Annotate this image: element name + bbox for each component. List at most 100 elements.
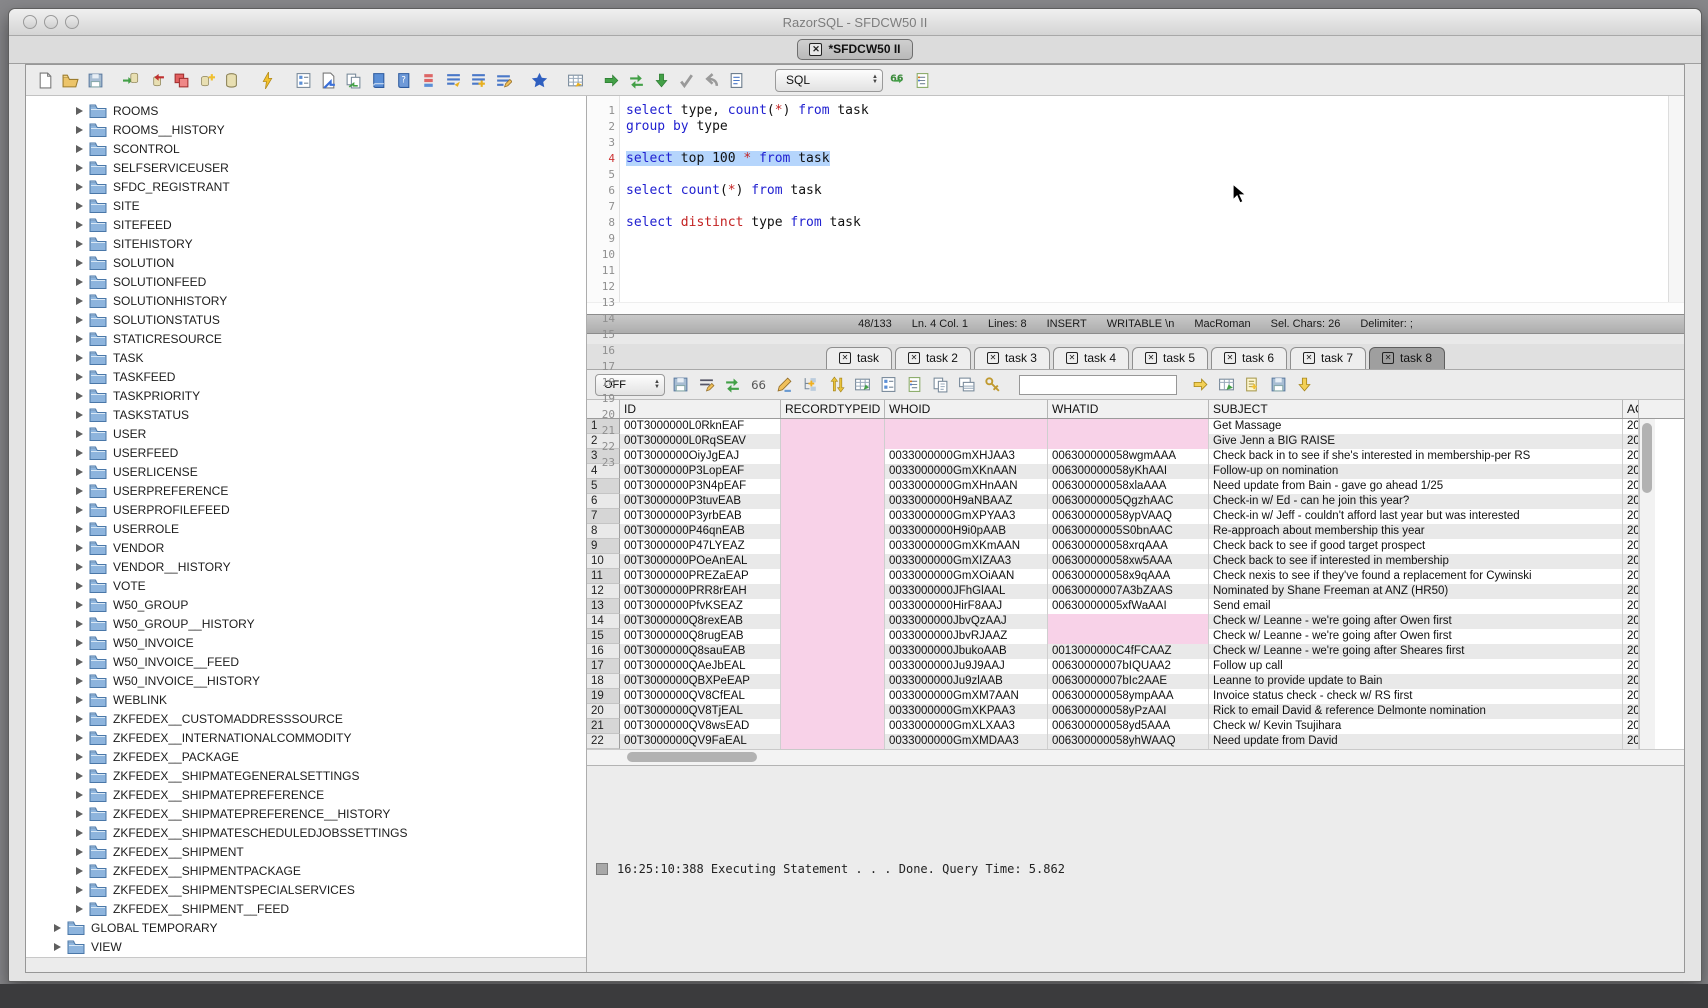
- arrow-right-yellow-icon[interactable]: [1189, 374, 1211, 396]
- save-icon[interactable]: [84, 69, 106, 91]
- open-folder-icon[interactable]: [59, 69, 81, 91]
- tree-item-sitefeed[interactable]: SITEFEED: [26, 215, 586, 234]
- cell-subject[interactable]: Check back to see if good target prospec…: [1209, 539, 1623, 554]
- cell-whoid[interactable]: 0033000000GmXKmAAN: [885, 539, 1048, 554]
- disclosure-triangle-icon[interactable]: [76, 430, 83, 438]
- cell-whoid[interactable]: 0033000000GmXLXAA3: [885, 719, 1048, 734]
- table-row[interactable]: 300T3000000OiyJgEAJ0033000000GmXHJAA3006…: [587, 449, 1639, 464]
- cell-subject[interactable]: Get Massage: [1209, 419, 1623, 434]
- disclosure-triangle-icon[interactable]: [76, 354, 83, 362]
- cell-whoid[interactable]: 0033000000JbvRJAAZ: [885, 629, 1048, 644]
- column-header-whatid[interactable]: WHATID: [1048, 400, 1209, 418]
- cell-id[interactable]: 00T3000000P47LYEAZ: [620, 539, 781, 554]
- cell-subject[interactable]: Re-approach about membership this year: [1209, 524, 1623, 539]
- tree-item-w50-group[interactable]: W50_GROUP: [26, 595, 586, 614]
- form-list-icon[interactable]: [911, 69, 933, 91]
- db-import-icon[interactable]: [120, 69, 142, 91]
- table-row[interactable]: 2200T3000000QV9FaEAL0033000000GmXMDAA300…: [587, 734, 1639, 749]
- disclosure-triangle-icon[interactable]: [76, 810, 83, 818]
- cell-ac[interactable]: 200: [1623, 569, 1639, 584]
- tree-item-userrole[interactable]: USERROLE: [26, 519, 586, 538]
- cell-whoid[interactable]: 0033000000JbvQzAAJ: [885, 614, 1048, 629]
- tree-item-userprofilefeed[interactable]: USERPROFILEFEED: [26, 500, 586, 519]
- db-export-icon[interactable]: [145, 69, 167, 91]
- cell-whatid[interactable]: 006300000058yhWAAQ: [1048, 734, 1209, 749]
- cell-id[interactable]: 00T3000000OiyJgEAJ: [620, 449, 781, 464]
- filter-edit-icon[interactable]: [695, 374, 717, 396]
- table-row[interactable]: 1200T3000000PRR8rEAH0033000000JFhGlAAL00…: [587, 584, 1639, 599]
- table-row[interactable]: 1900T3000000QV8CfEAL0033000000GmXM7AAN00…: [587, 689, 1639, 704]
- results-vertical-scrollbar[interactable]: [1639, 419, 1655, 749]
- cell-recordtypeid[interactable]: [781, 464, 885, 479]
- cell-id[interactable]: 00T3000000P3yrbEAB: [620, 509, 781, 524]
- rollback-undo-icon[interactable]: [700, 69, 722, 91]
- cell-recordtypeid[interactable]: [781, 509, 885, 524]
- disclosure-triangle-icon[interactable]: [76, 734, 83, 742]
- table-row[interactable]: 1300T3000000PfvKSEAZ0033000000HirF8AAJ00…: [587, 599, 1639, 614]
- cell-id[interactable]: 00T3000000P3N4pEAF: [620, 479, 781, 494]
- cell-recordtypeid[interactable]: [781, 599, 885, 614]
- quotes-66-icon[interactable]: 66: [886, 69, 908, 91]
- cell-ac[interactable]: 200: [1623, 614, 1639, 629]
- db-cylinder-icon[interactable]: [220, 69, 242, 91]
- code-line[interactable]: [626, 199, 1668, 215]
- new-file-icon[interactable]: [34, 69, 56, 91]
- prefs-list-icon[interactable]: [292, 69, 314, 91]
- table-row[interactable]: 500T3000000P3N4pEAF0033000000GmXHnAAN006…: [587, 479, 1639, 494]
- disclosure-triangle-icon[interactable]: [76, 753, 83, 761]
- cell-ac[interactable]: 200: [1623, 689, 1639, 704]
- cell-whoid[interactable]: 0033000000GmXKPAA3: [885, 704, 1048, 719]
- close-window-button[interactable]: [23, 15, 37, 29]
- cell-whatid[interactable]: 006300000058xlaAAA: [1048, 479, 1209, 494]
- tab-close-icon[interactable]: ✕: [908, 352, 920, 364]
- tree-item-site[interactable]: SITE: [26, 196, 586, 215]
- result-tab-task[interactable]: ✕task: [826, 347, 892, 369]
- tree-item-zkfedex-package[interactable]: ZKFEDEX__PACKAGE: [26, 747, 586, 766]
- cell-ac[interactable]: 200: [1623, 554, 1639, 569]
- cell-ac[interactable]: 200: [1623, 584, 1639, 599]
- table-copy-icon[interactable]: [955, 374, 977, 396]
- cell-recordtypeid[interactable]: [781, 479, 885, 494]
- disclosure-triangle-icon[interactable]: [76, 867, 83, 875]
- cell-id[interactable]: 00T3000000Q8rugEAB: [620, 629, 781, 644]
- cell-recordtypeid[interactable]: [781, 569, 885, 584]
- cell-subject[interactable]: Check-in w/ Jeff - couldn't afford last …: [1209, 509, 1623, 524]
- cell-ac[interactable]: 200: [1623, 599, 1639, 614]
- cell-recordtypeid[interactable]: [781, 554, 885, 569]
- disclosure-triangle-icon[interactable]: [76, 126, 83, 134]
- sql-editor[interactable]: 1234567891011121314151617181920212223 se…: [587, 96, 1684, 302]
- list-red-blue-icon[interactable]: [417, 69, 439, 91]
- disclosure-triangle-icon[interactable]: [76, 905, 83, 913]
- column-header-subject[interactable]: SUBJECT: [1209, 400, 1623, 418]
- cell-whatid[interactable]: 006300000058ypVAAQ: [1048, 509, 1209, 524]
- disclosure-triangle-icon[interactable]: [76, 392, 83, 400]
- tree-item-vote[interactable]: VOTE: [26, 576, 586, 595]
- save-small-icon[interactable]: [1267, 374, 1289, 396]
- code-line[interactable]: [626, 263, 1668, 279]
- tree-item-solutionfeed[interactable]: SOLUTIONFEED: [26, 272, 586, 291]
- disclosure-triangle-icon[interactable]: [76, 278, 83, 286]
- execute-arrow-green-icon[interactable]: [600, 69, 622, 91]
- cell-id[interactable]: 00T3000000PfvKSEAZ: [620, 599, 781, 614]
- disclosure-triangle-icon[interactable]: [76, 145, 83, 153]
- cell-whoid[interactable]: 0033000000JbukoAAB: [885, 644, 1048, 659]
- disclosure-triangle-icon[interactable]: [76, 240, 83, 248]
- code-line[interactable]: [626, 231, 1668, 247]
- tree-item-global-temporary[interactable]: GLOBAL TEMPORARY: [26, 918, 586, 937]
- statement-mode-select[interactable]: SQL▲▼: [775, 69, 883, 92]
- cell-id[interactable]: 00T3000000QBXPeEAP: [620, 674, 781, 689]
- page-export-icon[interactable]: [317, 69, 339, 91]
- disclosure-triangle-icon[interactable]: [76, 449, 83, 457]
- results-horizontal-scrollbar[interactable]: [587, 749, 1684, 765]
- disclosure-triangle-icon[interactable]: [76, 487, 83, 495]
- disclosure-triangle-icon[interactable]: [76, 658, 83, 666]
- cell-whoid[interactable]: 0033000000GmXM7AAN: [885, 689, 1048, 704]
- book-blue-icon[interactable]: [367, 69, 389, 91]
- cell-subject[interactable]: Check w/ Leanne - we're going after Owen…: [1209, 629, 1623, 644]
- tab-close-icon[interactable]: ✕: [987, 352, 999, 364]
- column-header-ac[interactable]: AC: [1623, 400, 1639, 418]
- cell-subject[interactable]: Give Jenn a BIG RAISE: [1209, 434, 1623, 449]
- disclosure-triangle-icon[interactable]: [76, 620, 83, 628]
- cell-whoid[interactable]: 0033000000GmXIZAA3: [885, 554, 1048, 569]
- tree-item-user[interactable]: USER: [26, 424, 586, 443]
